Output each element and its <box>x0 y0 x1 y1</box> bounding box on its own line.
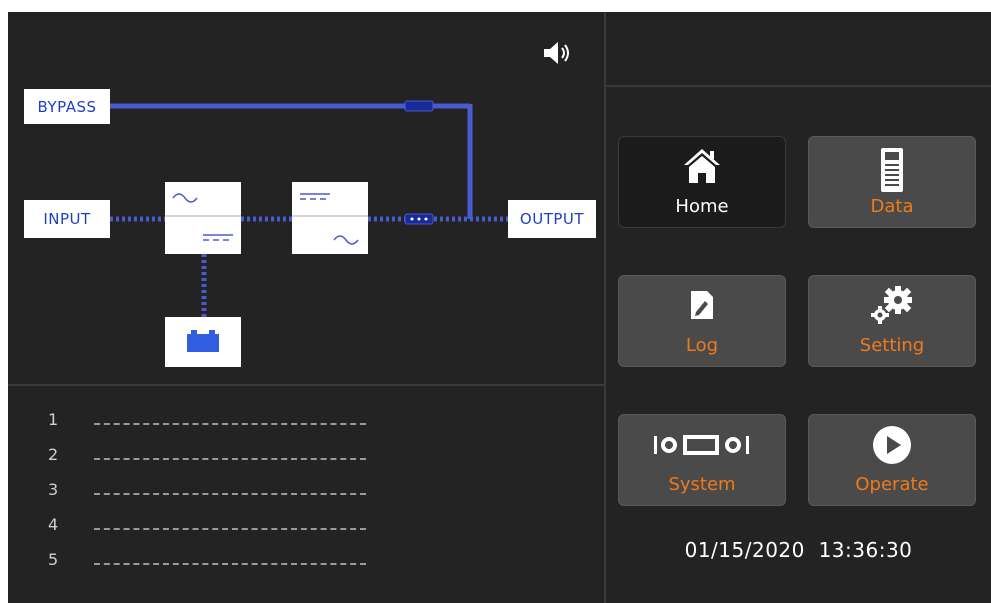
bypass-label: BYPASS <box>37 97 97 116</box>
data-meter-icon <box>880 147 904 197</box>
bypass-label-box: BYPASS <box>24 89 110 124</box>
message-number: 2 <box>48 445 59 464</box>
message-placeholder-line <box>94 563 366 565</box>
message-number: 4 <box>48 515 59 534</box>
log-button[interactable]: Log <box>618 275 786 367</box>
operate-label: Operate <box>855 474 929 495</box>
house-icon <box>682 147 722 189</box>
input-label-box: INPUT <box>24 200 110 238</box>
setting-button[interactable]: Setting <box>808 275 976 367</box>
output-label-box: OUTPUT <box>508 200 596 238</box>
home-button[interactable]: Home <box>618 136 786 228</box>
battery-module <box>165 317 241 367</box>
message-number: 3 <box>48 480 59 499</box>
message-placeholder-line <box>94 528 366 530</box>
system-button[interactable]: System <box>618 414 786 506</box>
operate-button[interactable]: Operate <box>808 414 976 506</box>
message-placeholder-line <box>94 458 366 460</box>
diagram-message-divider <box>8 384 604 386</box>
input-label: INPUT <box>43 210 91 228</box>
ups-screen: BYPASS INPUT OUTPUT 1 2 3 4 5 Home Data … <box>8 12 991 603</box>
system-panel-icon <box>653 433 751 461</box>
data-button[interactable]: Data <box>808 136 976 228</box>
battery-icon <box>187 330 219 352</box>
message-placeholder-line <box>94 423 366 425</box>
system-label: System <box>668 474 736 495</box>
data-label: Data <box>870 196 914 217</box>
bypass-switch <box>404 100 434 112</box>
inverter-icon <box>292 193 368 245</box>
inverter-module <box>292 182 368 254</box>
rectifier-icon <box>165 193 241 241</box>
setting-label: Setting <box>859 335 925 356</box>
output-label: OUTPUT <box>519 210 585 228</box>
rectifier-module <box>165 182 241 254</box>
log-label: Log <box>685 335 719 356</box>
message-placeholder-line <box>94 493 366 495</box>
play-icon <box>872 425 912 469</box>
menu-header-divider <box>606 85 991 87</box>
datetime-display: 01/15/2020 13:36:30 <box>684 538 913 562</box>
message-number: 1 <box>48 410 59 429</box>
message-number: 5 <box>48 550 59 569</box>
gears-icon <box>868 284 916 330</box>
home-label: Home <box>675 196 729 217</box>
log-edit-icon <box>690 290 714 324</box>
vertical-divider <box>604 12 606 603</box>
